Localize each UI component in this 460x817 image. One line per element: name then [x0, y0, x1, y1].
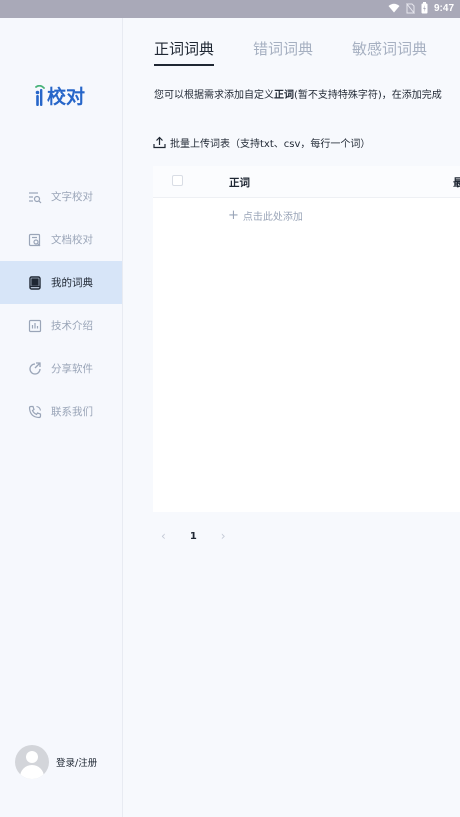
status-bar: 9:47 — [0, 0, 460, 18]
avatar — [15, 745, 49, 779]
app-logo: 校对 — [34, 82, 85, 109]
description-text: 您可以根据需求添加自定义正词(暂不支持特殊字符)，在添加完成 — [154, 90, 442, 101]
sidebar-item-label: 文字校对 — [51, 191, 93, 203]
sidebar-item-label: 我的词典 — [51, 277, 93, 289]
tab-correct-words[interactable]: 正词词典 — [154, 38, 215, 66]
login-register-button[interactable]: 登录/注册 — [15, 745, 97, 779]
batch-upload-label: 批量上传词表（支持txt、csv，每行一个词） — [170, 139, 371, 150]
wifi-icon — [388, 3, 400, 13]
add-word-button[interactable]: + 点击此处添加 — [228, 208, 303, 223]
sidebar: 校对 文字校对 文档校对 我的词典 技术介绍 分享软件 联系我们 登录/注册 — [0, 18, 123, 817]
sidebar-item-my-dictionary[interactable]: 我的词典 — [0, 261, 122, 304]
sidebar-item-text-proofread[interactable]: 文字校对 — [0, 175, 122, 218]
no-sim-icon — [406, 2, 415, 14]
status-icons: 9:47 — [388, 2, 454, 14]
share-icon — [27, 361, 42, 376]
tab-sensitive-words[interactable]: 敏感词词典 — [352, 38, 427, 66]
sidebar-item-share[interactable]: 分享软件 — [0, 347, 122, 390]
sidebar-item-contact[interactable]: 联系我们 — [0, 390, 122, 433]
battery-icon — [421, 2, 428, 14]
main-content: 正词词典 错词词典 敏感词词典 您可以根据需求添加自定义正词(暂不支持特殊字符)… — [123, 18, 460, 817]
sidebar-nav: 文字校对 文档校对 我的词典 技术介绍 分享软件 联系我们 — [0, 175, 122, 433]
column-header-truncated: 最 — [453, 177, 460, 189]
sidebar-item-doc-proofread[interactable]: 文档校对 — [0, 218, 122, 261]
next-page-icon[interactable]: › — [221, 529, 226, 543]
sidebar-item-tech-intro[interactable]: 技术介绍 — [0, 304, 122, 347]
page-number[interactable]: 1 — [190, 531, 197, 542]
sidebar-item-label: 分享软件 — [51, 363, 93, 375]
sidebar-item-label: 文档校对 — [51, 234, 93, 246]
logo-text: 校对 — [47, 86, 86, 108]
prev-page-icon[interactable]: ‹ — [161, 529, 166, 543]
login-register-label: 登录/注册 — [56, 758, 98, 769]
pagination: ‹ 1 › — [161, 529, 226, 543]
upload-icon — [153, 136, 166, 149]
sidebar-item-label: 联系我们 — [51, 406, 93, 418]
add-word-label: 点击此处添加 — [242, 212, 303, 223]
text-search-icon — [27, 189, 42, 204]
table-header: 正词 最 — [153, 166, 460, 198]
phone-icon — [27, 404, 42, 419]
dictionary-tabs: 正词词典 错词词典 敏感词词典 — [154, 38, 460, 66]
plus-icon: + — [228, 208, 239, 223]
batch-upload-button[interactable]: 批量上传词表（支持txt、csv，每行一个词） — [153, 135, 370, 150]
column-header-word: 正词 — [229, 177, 250, 189]
chart-icon — [27, 318, 42, 333]
document-search-icon — [27, 232, 42, 247]
word-table: 正词 最 + 点击此处添加 — [153, 166, 460, 512]
clock: 9:47 — [433, 2, 454, 14]
tab-wrong-words[interactable]: 错词词典 — [253, 38, 313, 66]
logo-icon — [35, 84, 45, 106]
book-icon — [27, 275, 42, 290]
sidebar-item-label: 技术介绍 — [51, 320, 93, 332]
select-all-checkbox[interactable] — [172, 175, 183, 186]
